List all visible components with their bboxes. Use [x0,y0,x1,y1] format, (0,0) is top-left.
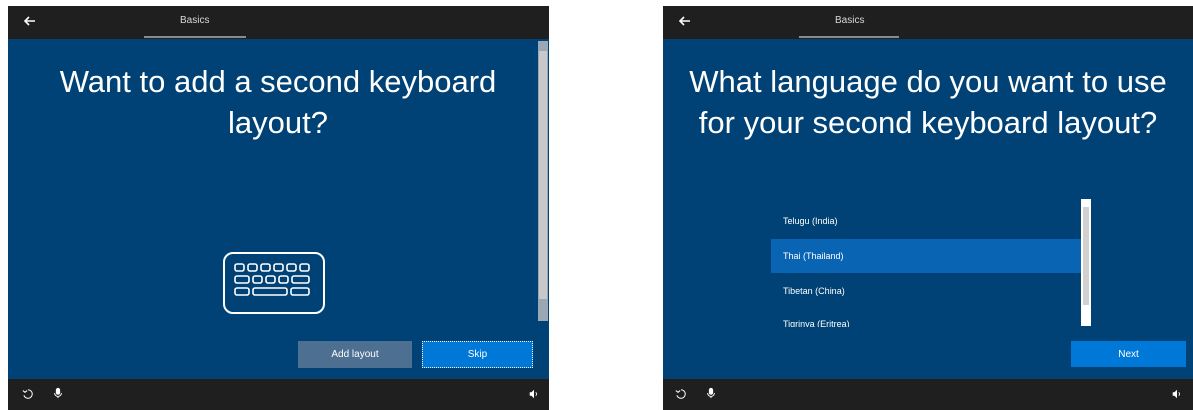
tab-indicator [144,36,246,38]
list-item[interactable]: Telugu (India) [771,204,1081,238]
accessibility-icon[interactable] [22,388,34,400]
language-label: Telugu (India) [783,216,838,226]
right-setup-window: Basics What language do you want to use … [663,6,1193,410]
keyboard-icon [223,252,325,314]
curved-arrow-icon [556,196,653,243]
list-item[interactable]: Tigrinya (Eritrea) [771,307,1081,327]
volume-icon[interactable] [1171,388,1183,400]
language-list-scrollbar[interactable] [1081,199,1091,326]
microphone-icon[interactable] [52,387,64,399]
left-bottom-bar [8,379,549,410]
right-title-bar: Basics [663,6,1193,39]
left-setup-window: Basics Want to add a second keyboard lay… [8,6,549,410]
back-arrow-icon[interactable] [20,11,40,31]
language-list[interactable]: Telugu (India) Thai (Thailand) Tibetan (… [771,199,1081,327]
page-title: What language do you want to use for you… [689,64,1167,140]
list-item[interactable]: Tibetan (China) [771,274,1081,308]
right-content: What language do you want to use for you… [663,39,1193,379]
scrollbar-thumb[interactable] [539,51,547,299]
microphone-icon[interactable] [705,387,717,399]
language-label: Tigrinya (Eritrea) [783,319,850,327]
left-title-bar: Basics [8,6,549,39]
left-content: Want to add a second keyboard layout? Ad… [8,39,549,380]
add-layout-button[interactable]: Add layout [298,341,412,368]
scrollbar-thumb[interactable] [1083,207,1089,305]
skip-button[interactable]: Skip [422,341,533,368]
page-title: Want to add a second keyboard layout? [59,64,497,140]
accessibility-icon[interactable] [675,388,687,400]
next-button[interactable]: Next [1071,341,1186,367]
back-arrow-icon[interactable] [675,11,695,31]
tab-basics[interactable]: Basics [180,15,209,26]
tab-basics[interactable]: Basics [835,15,864,26]
volume-icon[interactable] [528,388,540,400]
right-bottom-bar [663,379,1193,410]
language-label: Tibetan (China) [783,286,845,296]
scrollbar[interactable] [538,41,548,321]
list-item-selected[interactable]: Thai (Thailand) [771,239,1081,273]
language-label: Thai (Thailand) [783,251,844,261]
tab-indicator [799,36,899,38]
